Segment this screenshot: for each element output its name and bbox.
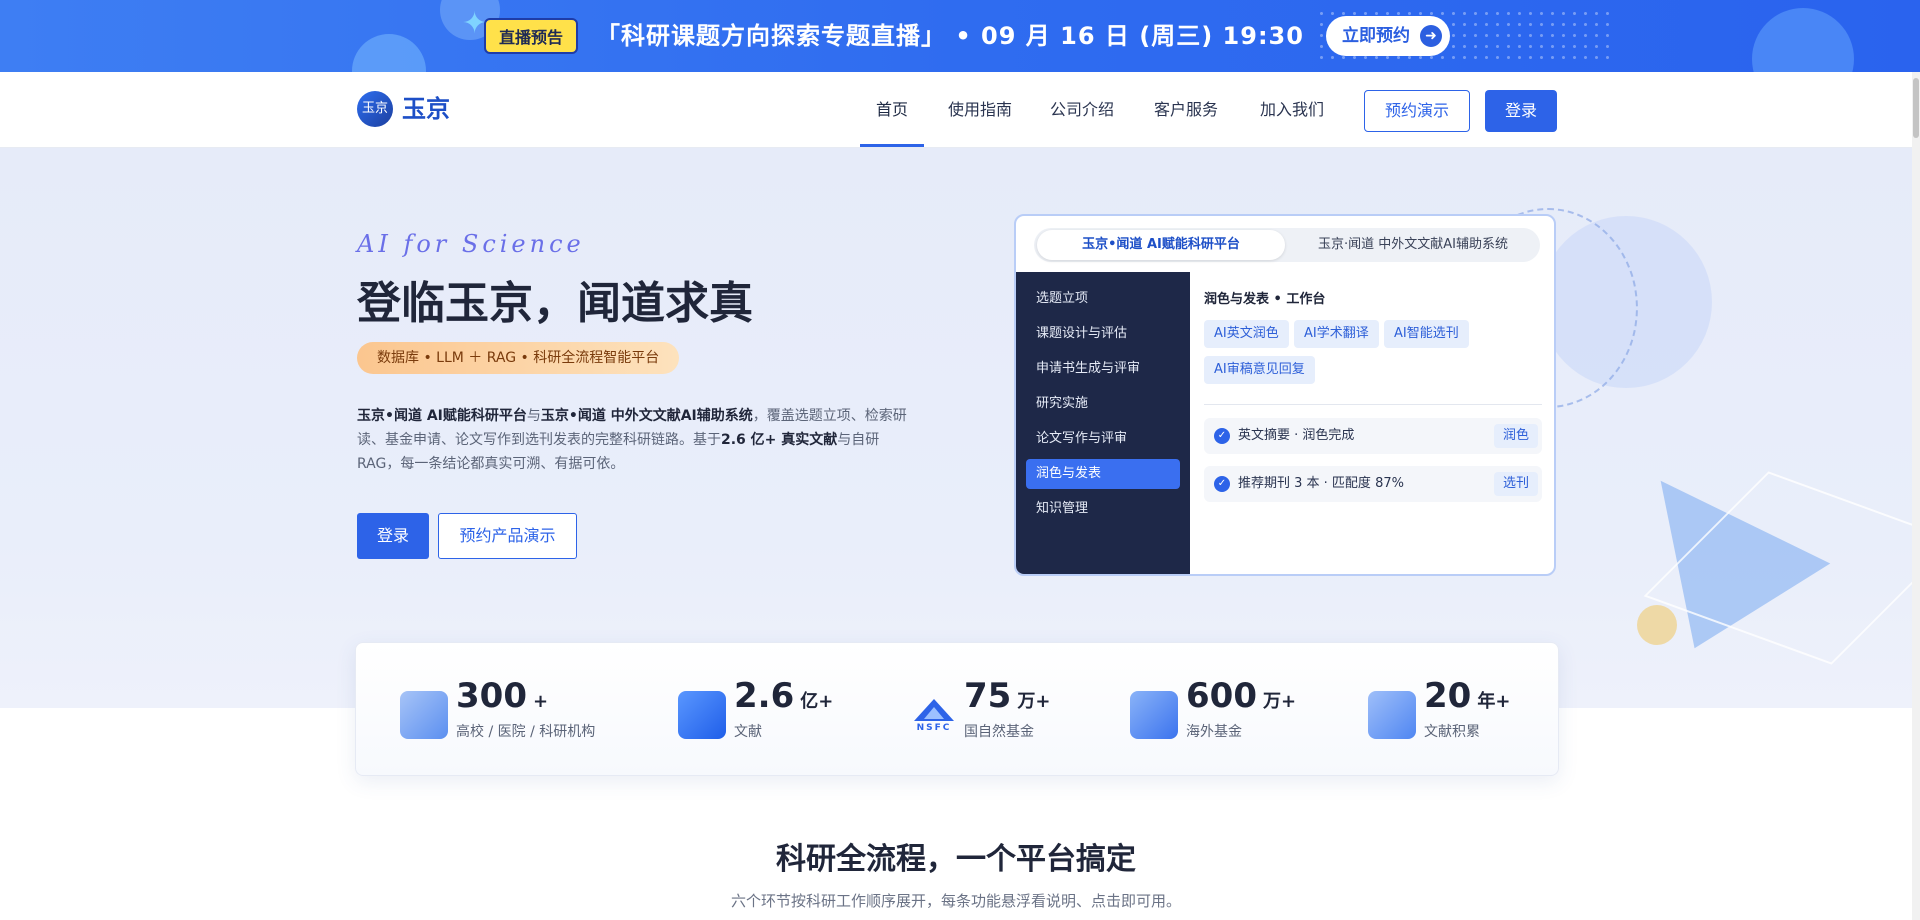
banner-decoration	[1752, 8, 1854, 72]
stat-number: 75 万+	[964, 675, 1050, 723]
stats-bar: 300 + 高校 / 医院 / 科研机构 2.6 亿+ 文献 NSFC 75 万+ 国…	[355, 642, 1559, 776]
fund-icon	[1130, 691, 1178, 739]
login-button[interactable]: 登录	[1485, 90, 1557, 132]
chip-translation[interactable]: AI学术翻译	[1294, 320, 1379, 348]
hero-section: AI for Science 登临玉京，闻道求真 数据库 • LLM ＋ RAG…	[0, 148, 1912, 708]
chip-english-polish[interactable]: AI英文润色	[1204, 320, 1289, 348]
stat-number: 300 +	[456, 675, 548, 723]
hero-tagline: AI for Science	[357, 230, 585, 258]
journal-action-button[interactable]: 选刊	[1493, 472, 1538, 496]
hero-feature-pill: 数据库 • LLM ＋ RAG • 科研全流程智能平台	[357, 342, 680, 374]
check-icon: ✓	[1214, 428, 1230, 444]
page-scrollbar[interactable]	[1912, 72, 1920, 920]
desc-text: 与	[526, 408, 541, 424]
live-banner: ✦ 直播预告 「科研课题方向探索专题直播」 • 09 月 16 日 (周三) 1…	[0, 0, 1920, 72]
divider	[1204, 404, 1542, 405]
tab-literature-system[interactable]: 玉京·闻道 中外文文献AI辅助系统	[1290, 230, 1536, 260]
sidebar-item-research[interactable]: 研究实施	[1026, 389, 1180, 419]
chip-review-reply[interactable]: AI审稿意见回复	[1204, 356, 1315, 384]
nav-active-indicator	[860, 144, 924, 147]
stat-value: 20	[1424, 676, 1472, 716]
sidebar-item-design[interactable]: 课题设计与评估	[1026, 319, 1180, 349]
stat-number: 2.6 亿+	[734, 675, 833, 723]
nav-item-company[interactable]: 公司介绍	[1042, 72, 1122, 148]
stat-unit: 万+	[1262, 691, 1297, 712]
stat-unit: 万+	[1017, 691, 1051, 712]
trend-icon	[1368, 691, 1416, 739]
desc-system-name: 玉京•闻道 中外文文献AI辅助系统	[540, 408, 753, 424]
building-icon	[400, 691, 448, 739]
sidebar-item-proposal[interactable]: 申请书生成与评审	[1026, 354, 1180, 384]
preview-sidebar: 选题立项 课题设计与评估 申请书生成与评审 研究实施 论文写作与评审 润色与发表…	[1016, 272, 1190, 574]
stat-value: 2.6	[734, 676, 795, 716]
stat-unit: 亿+	[800, 691, 834, 712]
stat-number: 600 万+	[1186, 675, 1296, 723]
result-text: 英文摘要 · 润色完成	[1238, 428, 1355, 443]
hero-demo-button[interactable]: 预约产品演示	[438, 513, 577, 559]
desc-highlight: 2.6 亿+ 真实文献	[721, 432, 838, 448]
result-row: ✓ 推荐期刊 3 本 · 匹配度 87% 选刊	[1204, 466, 1542, 502]
hero-description: 玉京•闻道 AI赋能科研平台与玉京•闻道 中外文文献AI辅助系统，覆盖选题立项、…	[357, 404, 911, 476]
desc-platform-name: 玉京•闻道 AI赋能科研平台	[357, 408, 527, 424]
reserve-button-label: 立即预约	[1342, 26, 1410, 46]
section-title: 科研全流程，一个平台搞定	[776, 842, 1136, 877]
logo-icon[interactable]: 玉京	[357, 91, 393, 127]
logo-text[interactable]: 玉京	[402, 92, 450, 126]
product-preview-card: 玉京•闻道 AI赋能科研平台 玉京·闻道 中外文文献AI辅助系统 选题立项 课题…	[1014, 214, 1556, 576]
stat-label: 国自然基金	[964, 724, 1034, 740]
hero-title: 登临玉京，闻道求真	[357, 278, 753, 329]
polish-action-button[interactable]: 润色	[1493, 424, 1538, 448]
workspace-title: 润色与发表 • 工作台	[1204, 292, 1326, 307]
preview-tabs: 玉京•闻道 AI赋能科研平台 玉京·闻道 中外文文献AI辅助系统	[1034, 228, 1540, 262]
stat-unit: +	[532, 691, 549, 712]
stat-value: 75	[964, 676, 1012, 716]
nsfc-logo-icon: NSFC	[908, 691, 956, 739]
stat-label: 高校 / 医院 / 科研机构	[456, 724, 596, 740]
stat-label: 文献	[734, 724, 762, 740]
stat-unit: 年+	[1477, 691, 1511, 712]
sidebar-item-topic[interactable]: 选题立项	[1026, 284, 1180, 314]
book-demo-button[interactable]: 预约演示	[1364, 90, 1470, 132]
stat-number: 20 年+	[1424, 675, 1510, 723]
scrollbar-thumb[interactable]	[1913, 78, 1919, 138]
nav-item-home[interactable]: 首页	[860, 72, 924, 148]
result-row: ✓ 英文摘要 · 润色完成 润色	[1204, 418, 1542, 454]
sidebar-item-knowledge[interactable]: 知识管理	[1026, 494, 1180, 524]
chip-journal-select[interactable]: AI智能选刊	[1384, 320, 1469, 348]
section-subtitle: 六个环节按科研工作顺序展开，每条功能悬浮看说明、点击即可用。	[730, 892, 1181, 910]
reserve-button[interactable]: 立即预约 ➜	[1326, 16, 1450, 56]
check-icon: ✓	[1214, 476, 1230, 492]
nav-item-service[interactable]: 客户服务	[1146, 72, 1226, 148]
live-tag: 直播预告	[484, 18, 578, 54]
sidebar-item-writing[interactable]: 论文写作与评审	[1026, 424, 1180, 454]
nav-item-guide[interactable]: 使用指南	[940, 72, 1020, 148]
nsfc-text: NSFC	[916, 723, 952, 733]
sidebar-item-publish[interactable]: 润色与发表	[1026, 459, 1180, 489]
result-text: 推荐期刊 3 本 · 匹配度 87%	[1238, 476, 1404, 491]
stat-value: 300	[456, 676, 527, 716]
tab-research-platform[interactable]: 玉京•闻道 AI赋能科研平台	[1037, 230, 1285, 260]
nav-item-join[interactable]: 加入我们	[1250, 72, 1334, 148]
arrow-right-icon: ➜	[1420, 25, 1442, 47]
hero-decoration	[1637, 605, 1677, 645]
stat-value: 600	[1186, 676, 1257, 716]
preview-workspace: 润色与发表 • 工作台 AI英文润色 AI学术翻译 AI智能选刊 AI审稿意见回…	[1190, 272, 1554, 574]
banner-decoration	[352, 34, 426, 72]
document-icon	[678, 691, 726, 739]
top-nav: 玉京 玉京 首页 使用指南 公司介绍 客户服务 加入我们 预约演示 登录	[0, 72, 1920, 148]
stat-label: 文献积累	[1424, 724, 1480, 740]
stat-label: 海外基金	[1186, 724, 1242, 740]
hero-login-button[interactable]: 登录	[357, 513, 429, 559]
banner-title: 「科研课题方向探索专题直播」 • 09 月 16 日 (周三) 19:30	[596, 22, 1304, 50]
